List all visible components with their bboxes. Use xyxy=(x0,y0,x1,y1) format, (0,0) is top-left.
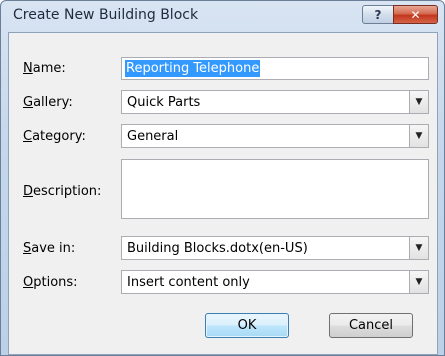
dialog-body: Name: Reporting Telephone Gallery: Quick… xyxy=(8,32,438,355)
name-input-value: Reporting Telephone xyxy=(125,60,261,77)
cancel-button[interactable]: Cancel xyxy=(329,313,413,338)
ok-button[interactable]: OK xyxy=(205,313,289,338)
chevron-down-icon[interactable]: ▼ xyxy=(409,91,428,113)
category-select-value: General xyxy=(127,129,179,144)
save-in-select-value: Building Blocks.dotx(en-US) xyxy=(127,241,308,256)
gallery-select-value: Quick Parts xyxy=(127,95,201,110)
name-label: Name: xyxy=(23,61,66,76)
chevron-down-icon[interactable]: ▼ xyxy=(409,125,428,147)
close-icon: ✕ xyxy=(410,7,421,22)
description-label: Description: xyxy=(23,184,102,199)
save-in-label: Save in: xyxy=(23,241,76,256)
chevron-down-icon[interactable]: ▼ xyxy=(409,271,428,293)
options-select-value: Insert content only xyxy=(127,275,250,290)
close-button[interactable]: ✕ xyxy=(393,5,438,24)
name-input[interactable]: Reporting Telephone xyxy=(121,57,429,80)
save-in-select[interactable]: Building Blocks.dotx(en-US) ▼ xyxy=(121,236,429,260)
dialog-window: Create New Building Block ? ✕ Name: Repo… xyxy=(0,0,445,356)
gallery-select[interactable]: Quick Parts ▼ xyxy=(121,90,429,114)
dialog-title: Create New Building Block xyxy=(13,7,199,23)
description-textarea[interactable] xyxy=(121,159,429,219)
help-button[interactable]: ? xyxy=(362,5,394,24)
category-select[interactable]: General ▼ xyxy=(121,124,429,148)
gallery-label: Gallery: xyxy=(23,95,73,110)
category-label: Category: xyxy=(23,129,86,144)
options-select[interactable]: Insert content only ▼ xyxy=(121,270,429,294)
options-label: Options: xyxy=(23,275,78,290)
chevron-down-icon[interactable]: ▼ xyxy=(409,237,428,259)
help-icon: ? xyxy=(374,7,382,22)
title-bar[interactable]: Create New Building Block ? ✕ xyxy=(1,1,444,31)
